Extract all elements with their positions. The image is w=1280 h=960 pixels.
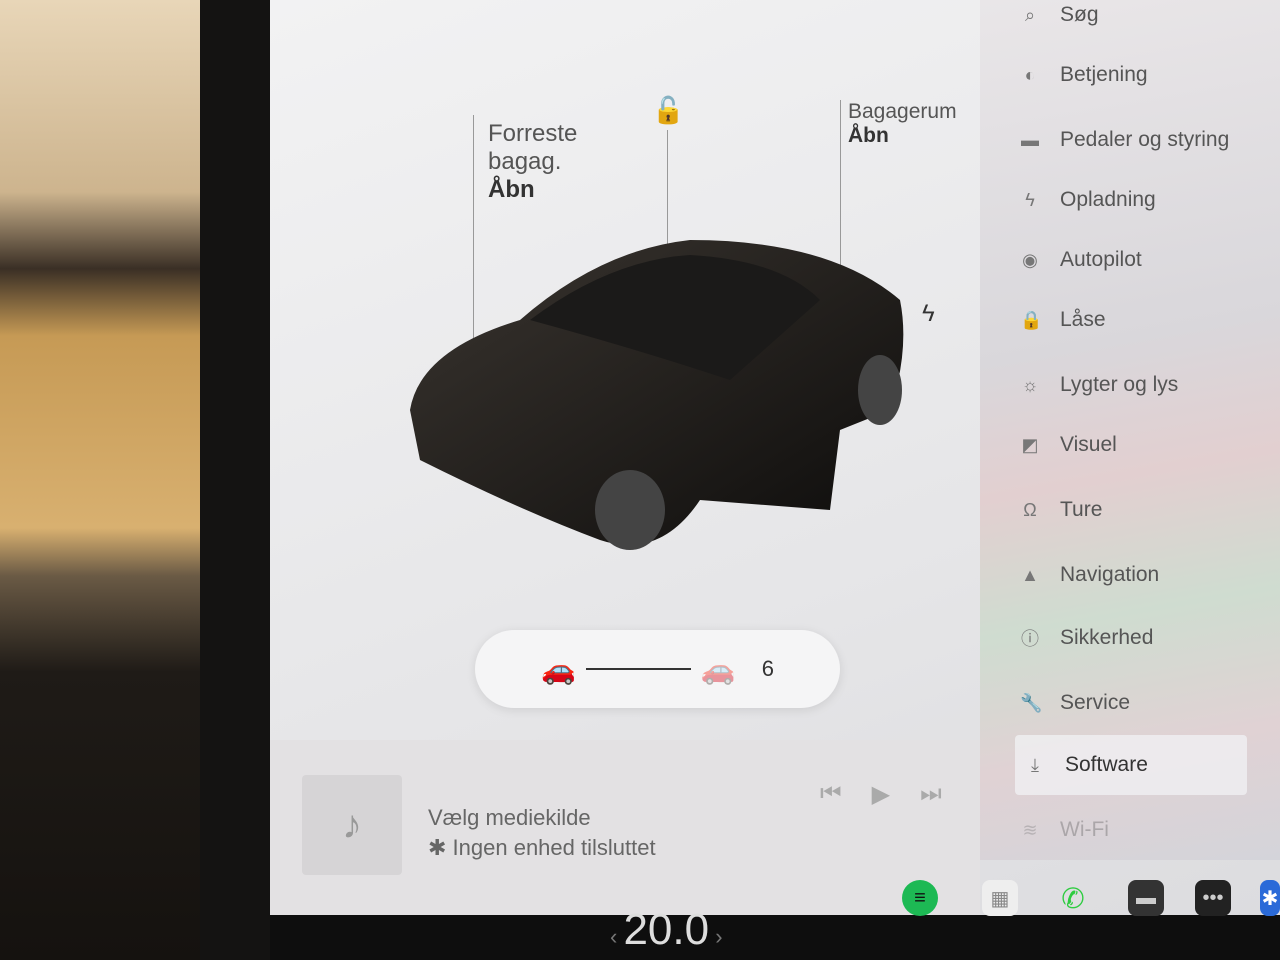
sidebar-item-betjening[interactable]: ◐ Betjening bbox=[1020, 55, 1148, 95]
car-icon: ▬ bbox=[1021, 129, 1039, 150]
frunk-label-2: bagag. bbox=[488, 148, 562, 175]
sidebar-item-label: Sikkerhed bbox=[1060, 626, 1154, 649]
sidebar-item-label: Autopilot bbox=[1060, 248, 1142, 271]
sidebar-item-label: Lygter og lys bbox=[1060, 373, 1179, 396]
sidebar-item-autopilot[interactable]: ◉ Autopilot bbox=[1020, 240, 1142, 280]
sidebar-item-pedals[interactable]: ▬ Pedaler og styring bbox=[1020, 120, 1229, 160]
trips-icon: Ω bbox=[1023, 499, 1037, 520]
follow-distance-value: 6 bbox=[761, 656, 774, 681]
spotify-icon[interactable]: ≡ bbox=[902, 880, 938, 916]
sidebar-item-lights[interactable]: ☼ Lygter og lys bbox=[1020, 365, 1179, 405]
dashcam-icon[interactable]: ▬ bbox=[1128, 880, 1164, 916]
follow-distance-control[interactable]: 🚗 🚗 6 bbox=[475, 630, 840, 708]
temperature-value: 20.0 bbox=[623, 905, 710, 954]
sidebar-item-label: Navigation bbox=[1060, 563, 1160, 586]
download-icon: ⤓ bbox=[1031, 754, 1039, 775]
frunk-open-button[interactable]: Forreste bagag. Åbn bbox=[488, 120, 577, 204]
toggle-icon: ◐ bbox=[1024, 64, 1036, 85]
sidebar-item-label: Betjening bbox=[1060, 63, 1148, 86]
sidebar-item-display[interactable]: ◩ Visuel bbox=[1020, 425, 1117, 465]
frunk-label: Forreste bbox=[488, 120, 578, 147]
sidebar-item-wifi[interactable]: ≋ Wi-Fi bbox=[1020, 810, 1109, 850]
sidebar-item-label: Opladning bbox=[1060, 188, 1156, 211]
info-circle-icon: ⓘ bbox=[1021, 629, 1039, 649]
car-image bbox=[410, 240, 904, 550]
unlock-icon[interactable]: 🔓 bbox=[652, 95, 684, 126]
sidebar-item-label: Service bbox=[1060, 691, 1131, 714]
sidebar-item-search[interactable]: ⌕ Søg bbox=[1020, 0, 1099, 35]
trunk-label: Bagagerum bbox=[848, 100, 957, 123]
sidebar-item-label: Software bbox=[1065, 753, 1148, 776]
lock-icon: 🔒 bbox=[1020, 309, 1043, 330]
wifi-icon: ≋ bbox=[1022, 819, 1038, 840]
media-player: ♪ Vælg mediekilde ✱ Ingen enhed tilslutt… bbox=[270, 740, 980, 915]
light-icon: ☼ bbox=[1021, 374, 1039, 395]
chevron-right-icon[interactable]: › bbox=[709, 924, 722, 949]
next-icon[interactable]: ⏭ bbox=[920, 780, 942, 809]
sidebar-item-label: Wi-Fi bbox=[1060, 818, 1109, 841]
album-art[interactable]: ♪ bbox=[302, 775, 402, 875]
background-environment bbox=[0, 0, 200, 960]
music-note-icon: ♪ bbox=[342, 802, 362, 847]
car-panel: Forreste bagag. Åbn 🔓 Bagagerum Åbn ϟ 🚗 … bbox=[270, 0, 980, 740]
car-far-icon: 🚗 bbox=[700, 653, 736, 685]
sidebar-item-label: Søg bbox=[1060, 3, 1099, 26]
sidebar-item-charging[interactable]: ϟ Opladning bbox=[1020, 180, 1156, 220]
display-icon: ◩ bbox=[1021, 434, 1039, 455]
sidebar-item-trips[interactable]: Ω Ture bbox=[1020, 490, 1102, 530]
trunk-action: Åbn bbox=[848, 124, 889, 147]
settings-sidebar: ⌕ Søg ◐ Betjening ▬ Pedaler og styring ϟ Opl… bbox=[980, 0, 1280, 860]
trunk-open-button[interactable]: Bagagerum Åbn bbox=[848, 100, 957, 148]
more-apps-icon[interactable]: ••• bbox=[1195, 880, 1231, 916]
media-controls: ⏮ ▶ ⏭ bbox=[820, 780, 942, 809]
temperature-control[interactable]: ‹ 20.0 › bbox=[610, 905, 723, 955]
lightning-icon: ϟ bbox=[1025, 189, 1035, 210]
lightning-icon[interactable]: ϟ bbox=[922, 300, 935, 328]
sidebar-item-label: Pedaler og styring bbox=[1060, 128, 1230, 151]
bluetooth-status-text: Ingen enhed tilsluttet bbox=[452, 835, 656, 860]
frunk-action: Åbn bbox=[488, 176, 535, 203]
bluetooth-status: ✱ Ingen enhed tilsluttet bbox=[428, 835, 656, 861]
phone-icon[interactable]: ✆ bbox=[1055, 880, 1091, 916]
chevron-left-icon[interactable]: ‹ bbox=[610, 924, 623, 949]
calendar-icon[interactable]: ▦ bbox=[982, 880, 1018, 916]
taskbar: ‹ 20.0 › ≡ ▦ ✆ ▬ ••• ✱ bbox=[270, 880, 1280, 960]
bluetooth-icon: ✱ bbox=[428, 835, 453, 860]
car-near-icon: 🚗 bbox=[541, 653, 576, 685]
screen-bezel bbox=[200, 0, 270, 960]
follow-distance-slider[interactable] bbox=[585, 668, 691, 670]
touchscreen: Forreste bagag. Åbn 🔓 Bagagerum Åbn ϟ 🚗 … bbox=[270, 0, 1280, 915]
navigation-icon: ▲ bbox=[1021, 564, 1039, 585]
sidebar-item-label: Ture bbox=[1060, 498, 1103, 521]
sidebar-item-software[interactable]: ⤓ Software bbox=[1015, 735, 1247, 795]
search-icon: ⌕ bbox=[1024, 4, 1036, 25]
sidebar-item-locks[interactable]: 🔒 Låse bbox=[1020, 300, 1106, 340]
sidebar-item-label: Låse bbox=[1060, 308, 1106, 331]
media-source-button[interactable]: Vælg mediekilde bbox=[428, 805, 591, 831]
sidebar-item-safety[interactable]: ⓘ Sikkerhed bbox=[1020, 618, 1153, 658]
steering-wheel-icon: ◉ bbox=[1022, 249, 1038, 270]
bluetooth-icon[interactable]: ✱ bbox=[1260, 880, 1280, 916]
previous-icon[interactable]: ⏮ bbox=[820, 780, 842, 809]
wrench-icon: 🔧 bbox=[1020, 692, 1043, 713]
sidebar-item-service[interactable]: 🔧 Service bbox=[1020, 683, 1130, 723]
play-icon[interactable]: ▶ bbox=[872, 780, 890, 809]
sidebar-item-navigation[interactable]: ▲ Navigation bbox=[1020, 555, 1159, 595]
sidebar-item-label: Visuel bbox=[1060, 433, 1117, 456]
